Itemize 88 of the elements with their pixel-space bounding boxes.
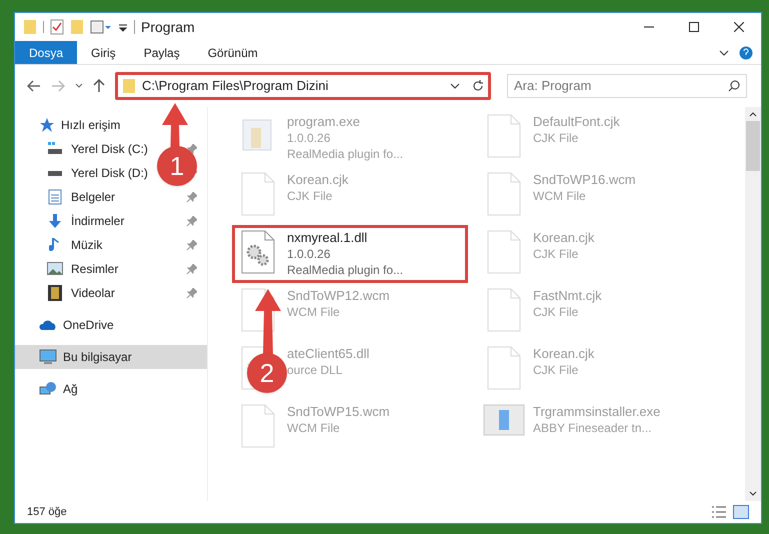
step-badge: 2 xyxy=(247,353,287,393)
recent-caret-icon xyxy=(75,83,83,89)
pin-icon xyxy=(187,144,197,154)
step-badge: 1 xyxy=(157,146,197,186)
up-arrow-icon xyxy=(93,79,105,93)
film-icon xyxy=(48,285,62,301)
file-detail: WCM File xyxy=(533,188,587,204)
maximize-icon xyxy=(688,22,698,32)
address-path: C:\Program Files\Program Dizini xyxy=(142,77,328,96)
large-icons-view-button[interactable] xyxy=(733,505,749,519)
sidebar-item[interactable]: Videolar xyxy=(71,284,115,302)
star-icon xyxy=(39,117,55,133)
document-icon xyxy=(487,114,521,158)
sidebar-item[interactable]: Yerel Disk (D:) xyxy=(71,164,148,182)
ribbon-tab[interactable]: Dosya xyxy=(15,41,78,64)
folder-icon xyxy=(23,19,37,35)
file-detail: CJK File xyxy=(533,130,580,146)
ribbon-tab[interactable]: Görünüm xyxy=(194,41,272,64)
document-icon xyxy=(487,346,521,390)
document-icon xyxy=(241,172,275,216)
pin-icon xyxy=(187,240,197,250)
window-title: Program xyxy=(141,18,195,37)
minimize-icon xyxy=(644,26,654,28)
pin-icon xyxy=(187,216,197,226)
file-detail: CJK File xyxy=(533,246,580,262)
customize-caret-icon xyxy=(118,22,128,32)
file-detail: RealMedia plugin fo... xyxy=(287,262,404,278)
file-detail: ource DLL xyxy=(287,362,344,378)
close-icon xyxy=(734,22,744,32)
sidebar-item[interactable]: Yerel Disk (C:) xyxy=(71,140,148,158)
sidebar-item[interactable]: OneDrive xyxy=(15,313,207,337)
scroll-up-icon[interactable] xyxy=(749,111,757,117)
file-name[interactable]: nxmyreal.1.dll xyxy=(287,230,404,246)
music-note-icon xyxy=(49,237,61,253)
address-bar[interactable]: C:\Program Files\Program Dizini xyxy=(115,72,491,100)
help-icon xyxy=(739,46,753,60)
new-folder-icon xyxy=(70,19,84,35)
monitor-icon xyxy=(39,349,57,365)
expand-ribbon-icon xyxy=(719,50,729,56)
sidebar-item[interactable]: Ağ xyxy=(15,377,207,401)
annotation-arrow xyxy=(253,289,283,355)
file-detail: CJK File xyxy=(287,188,334,204)
sidebar-item[interactable]: Bu bilgisayar xyxy=(15,345,207,369)
details-view-button[interactable] xyxy=(711,505,727,519)
file-detail: CJK File xyxy=(533,362,580,378)
document-icon xyxy=(241,404,275,448)
folder-icon xyxy=(122,78,136,94)
picture-icon xyxy=(47,262,63,276)
sidebar-item[interactable]: Resimler xyxy=(71,260,118,278)
gear-file-icon xyxy=(241,230,275,274)
network-icon xyxy=(39,381,57,397)
pin-icon xyxy=(187,264,197,274)
document-icon xyxy=(48,189,62,205)
scrollbar-thumb[interactable] xyxy=(746,121,760,171)
file-detail: CJK File xyxy=(533,304,580,320)
sidebar-item[interactable]: Belgeler xyxy=(71,188,116,206)
file-detail: WCM File xyxy=(287,304,341,320)
document-icon xyxy=(487,230,521,274)
pin-icon xyxy=(187,288,197,298)
ribbon-tab[interactable]: Paylaş xyxy=(130,41,194,64)
drive-icon xyxy=(47,170,63,176)
forward-arrow-icon xyxy=(51,80,65,92)
view-options-icon xyxy=(90,20,112,34)
ribbon-tab[interactable]: Giriş xyxy=(77,41,130,64)
item-count: 157 öğe xyxy=(27,504,67,520)
drive-icon xyxy=(47,142,63,156)
document-icon xyxy=(487,172,521,216)
dropdown-caret-icon xyxy=(450,83,460,89)
document-icon xyxy=(487,288,521,332)
file-detail: 1.0.0.26 xyxy=(287,246,332,262)
refresh-icon xyxy=(472,80,484,92)
back-arrow-icon xyxy=(27,80,41,92)
search-icon xyxy=(728,80,740,92)
properties-icon xyxy=(50,19,64,35)
download-icon xyxy=(47,213,63,229)
scroll-down-icon[interactable] xyxy=(749,491,757,497)
file-detail: RealMedia plugin fo... xyxy=(287,146,404,162)
installer-icon xyxy=(483,404,525,436)
file-detail: WCM File xyxy=(287,420,341,436)
file-detail: 1.0.0.26 xyxy=(287,130,332,146)
cloud-icon xyxy=(39,319,57,331)
search-input[interactable]: Ara: Program xyxy=(514,76,728,96)
pin-icon xyxy=(187,192,197,202)
sidebar-item[interactable]: Hızlı erişim xyxy=(15,113,207,137)
search-field[interactable]: Ara: Program xyxy=(507,74,747,98)
file-detail: ABBY Fineseader tn... xyxy=(533,420,653,436)
sidebar-item[interactable]: İndirmeler xyxy=(71,212,124,230)
sidebar-item[interactable]: Müzik xyxy=(71,236,102,254)
